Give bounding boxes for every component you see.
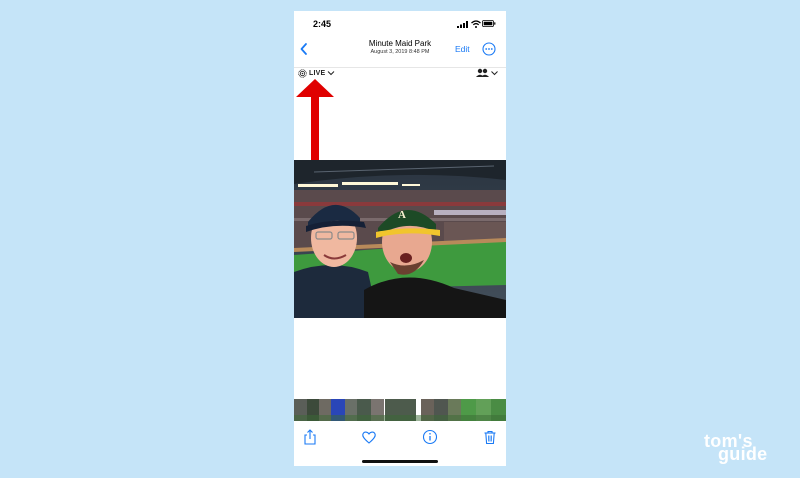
info-icon[interactable] (422, 429, 438, 445)
wifi-icon (471, 20, 481, 28)
share-icon[interactable] (302, 429, 318, 445)
edit-button[interactable]: Edit (455, 44, 470, 54)
photo-date: August 3, 2019 8:48 PM (370, 49, 430, 55)
live-photo-icon (298, 68, 307, 78)
chevron-down-icon (328, 71, 335, 76)
home-indicator (362, 460, 438, 463)
phone-screen: 2:45 Minute Maid Park August 3, 2019 8:4… (294, 11, 506, 466)
thumbnail-strip[interactable] (294, 399, 506, 421)
toms-guide-logo: tom's guide (704, 431, 788, 469)
heart-icon[interactable] (361, 429, 377, 445)
svg-text:A: A (398, 209, 406, 221)
battery-icon (482, 20, 496, 27)
live-label: LIVE (309, 69, 326, 77)
signal-icon (457, 21, 468, 28)
main-photo[interactable]: A (294, 160, 506, 318)
status-bar: 2:45 (294, 11, 506, 35)
logo-line2: guide (718, 444, 768, 464)
photo-title: Minute Maid Park (368, 39, 432, 48)
people-icon[interactable] (474, 67, 500, 79)
live-photo-menu[interactable]: LIVE (298, 67, 335, 79)
status-time: 2:45 (313, 19, 332, 29)
chevron-left-icon[interactable] (298, 41, 310, 57)
ellipsis-circle-icon[interactable] (482, 42, 496, 56)
nav-bar: Minute Maid Park August 3, 2019 8:48 PM … (294, 35, 506, 68)
trash-icon[interactable] (482, 429, 498, 445)
